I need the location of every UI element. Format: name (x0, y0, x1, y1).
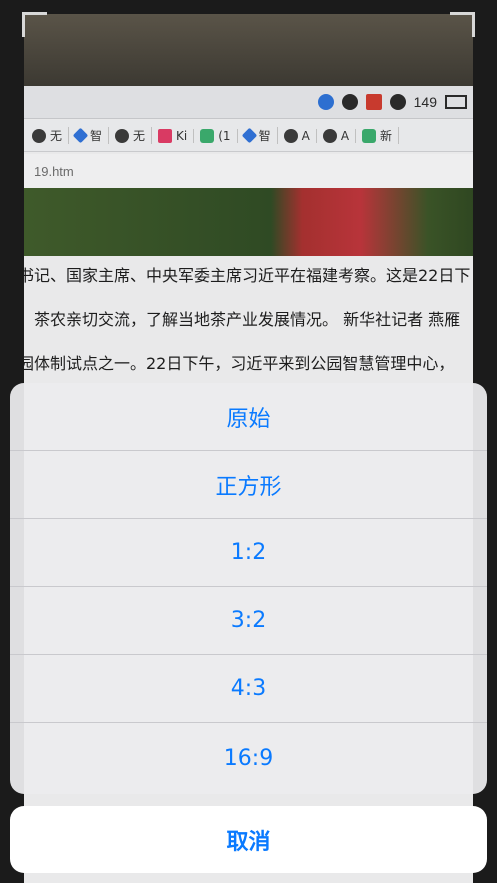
compass-icon (389, 94, 406, 110)
bookmark-label: Ki (176, 128, 188, 143)
option-square[interactable]: 正方形 (10, 451, 487, 519)
bookmark-label: 智 (90, 129, 103, 143)
article-line: 园体制试点之一。22日下午，习近平来到公园智慧管理中心， (24, 354, 455, 373)
bookmark: (1 (200, 128, 238, 143)
globe-icon (322, 128, 337, 143)
location-arrow-count: 149 (413, 94, 437, 110)
cancel-button[interactable]: 取消 (10, 806, 487, 873)
bookmark-label: A (301, 128, 310, 143)
green-icon (200, 128, 215, 143)
bookmark: 智 (72, 127, 110, 144)
article-line: ，茶农亲切交流，了解当地茶产业发展情况。 新华社记者 燕雁 (24, 310, 461, 329)
bookmark: 新 (362, 127, 400, 144)
bookmarks-bar: 无 智 无 Ki (1 智 A A 新 (24, 120, 473, 152)
option-4-3[interactable]: 4:3 (10, 655, 487, 723)
option-original[interactable]: 原始 (10, 383, 487, 451)
bookmark: A (322, 128, 357, 143)
bookmark: 无 (115, 127, 153, 144)
status-icon (317, 94, 334, 110)
menubar-icons: 149 (317, 92, 467, 112)
option-16-9[interactable]: 16:9 (10, 723, 487, 794)
app-icon (365, 94, 382, 110)
bookmark: 智 (241, 127, 278, 144)
bookmark-label: (1 (218, 128, 231, 143)
bookmark: Ki (158, 128, 195, 143)
bookmark-label: 无 (133, 129, 146, 143)
bookmark-label: A (340, 128, 350, 143)
article-text: 书记、国家主席、中央军委主席习近平在福建考察。这是22日下 ，茶农亲切交流，了解… (24, 260, 473, 392)
bookmark-label: 无 (50, 129, 63, 143)
article-image (24, 188, 473, 256)
globe-icon (115, 128, 130, 143)
aspect-ratio-action-sheet: 原始 正方形 1:2 3:2 4:3 16:9 (10, 383, 487, 794)
camera-icon (362, 128, 377, 143)
option-1-2[interactable]: 1:2 (10, 519, 487, 587)
bookmark-label: 新 (380, 129, 393, 143)
bookmark-label: 智 (258, 129, 271, 143)
option-3-2[interactable]: 3:2 (10, 587, 487, 655)
k-icon (158, 128, 173, 143)
bookmark: 无 (32, 127, 70, 144)
globe-icon (32, 128, 46, 143)
airplay-icon (445, 95, 467, 109)
diamond-icon (241, 127, 257, 144)
crop-handle-top-right[interactable] (450, 12, 475, 37)
crop-handle-top-left[interactable] (22, 12, 47, 37)
photo-top-area (24, 14, 473, 86)
url-fragment: 19.htm (24, 154, 473, 188)
article-line: 书记、国家主席、中央军委主席习近平在福建考察。这是22日下 (24, 266, 471, 285)
hat-icon (341, 94, 358, 110)
menubar: 149 (24, 86, 473, 119)
bookmark: A (283, 128, 317, 143)
globe-icon (283, 128, 298, 143)
diamond-icon (72, 127, 89, 144)
